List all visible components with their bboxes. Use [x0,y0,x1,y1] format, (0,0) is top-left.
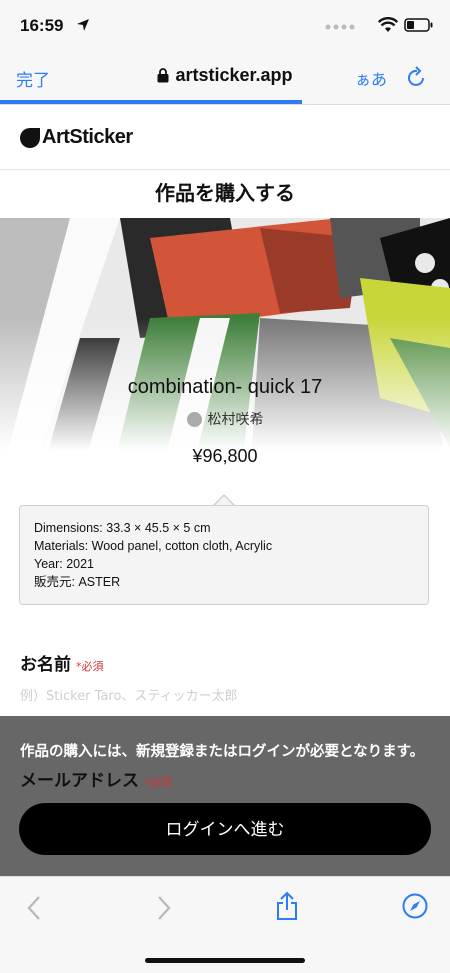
name-label: お名前 *必須 [20,650,104,675]
artist-avatar [186,412,202,427]
artwork-details: Dimensions: 33.3 × 45.5 × 5 cm Materials… [19,505,429,605]
status-time: 16:59 [20,16,64,35]
text-size-button[interactable]: ぁあ [355,66,387,90]
email-label-text: メールアドレス [20,771,139,791]
detail-year: Year: 2021 [34,557,95,571]
name-input[interactable] [20,682,430,710]
site-header: ArtSticker [0,105,450,170]
artist-link[interactable]: 松村咲希 [0,409,450,429]
lock-icon [157,68,169,83]
required-badge: *必須 [144,776,172,789]
required-badge: *必須 [76,660,104,673]
detail-seller: 販売元: ASTER [34,575,121,589]
url-text: artsticker.app [175,65,293,85]
home-indicator [145,958,305,963]
site-logo[interactable]: ArtSticker [42,126,133,149]
login-button[interactable]: ログインへ進む [19,803,431,855]
location-arrow-icon [77,19,89,31]
artsticker-logo-mark[interactable] [19,127,41,149]
back-icon[interactable] [26,895,42,921]
browser-navbar: 完了 artsticker.app ぁあ [0,52,450,104]
status-bar: 16:59 [0,0,450,52]
email-label: メールアドレス *必須 [20,766,172,791]
wifi-icon [378,17,398,32]
artist-name: 松村咲希 [207,412,264,428]
artwork-title: combination- quick 17 [127,376,323,398]
battery-icon [404,18,433,32]
detail-materials: Materials: Wood panel, cotton cloth, Acr… [34,539,273,553]
page-title: 作品を購入する [155,181,295,205]
reload-icon[interactable] [407,66,427,88]
artwork-price: ¥96,800 [192,446,258,466]
compass-icon[interactable] [402,893,428,919]
share-icon[interactable] [275,891,299,921]
detail-dimensions: Dimensions: 33.3 × 45.5 × 5 cm [34,521,211,535]
login-required-message: 作品の購入には、新規登録またはログインが必要となります。 [20,744,425,760]
name-label-text: お名前 [20,655,71,675]
signal-dots-icon [325,24,355,30]
forward-icon[interactable] [156,895,172,921]
artwork-image [0,218,450,480]
